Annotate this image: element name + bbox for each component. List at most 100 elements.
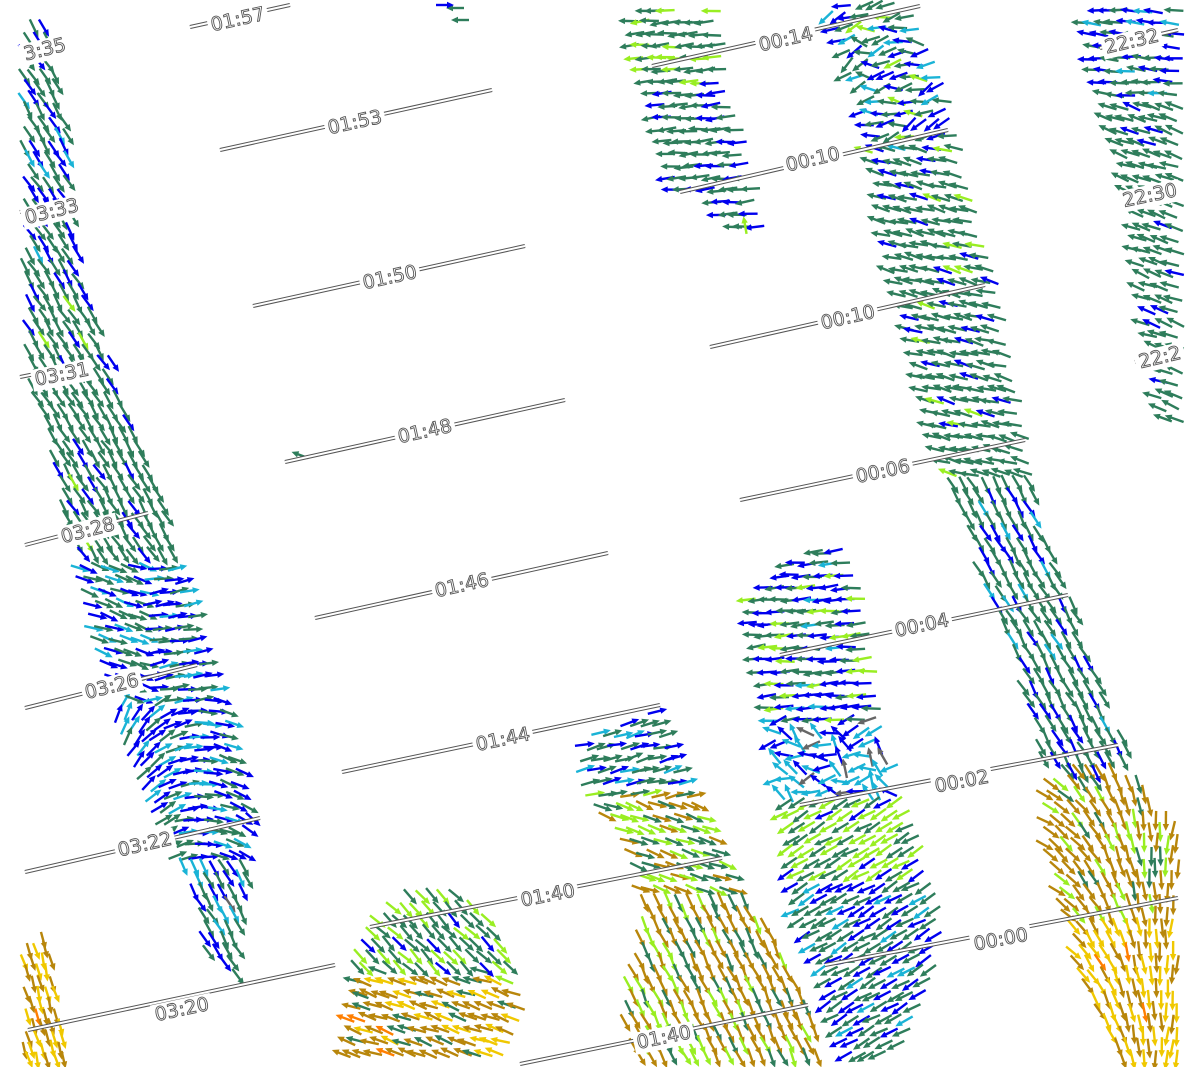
arrow-head	[235, 744, 244, 751]
wind-vector-arrow	[968, 252, 989, 260]
arrow-shaft	[652, 917, 661, 933]
arrow-head	[698, 80, 706, 87]
arrow-shaft	[43, 102, 55, 116]
arrow-head	[905, 372, 913, 379]
arrow-shaft	[800, 1024, 811, 1040]
arrow-shaft	[198, 759, 214, 763]
arrow-shaft	[136, 768, 150, 781]
wind-vector-arrow	[739, 892, 749, 912]
arrow-shaft	[727, 916, 737, 932]
wind-vector-arrow	[957, 230, 978, 238]
wind-vector-arrow	[431, 1049, 451, 1059]
arrow-head	[430, 1000, 439, 1007]
arrow-shaft	[705, 101, 721, 108]
wind-vector-arrow	[598, 811, 617, 822]
arrow-shaft	[996, 350, 1012, 359]
arrow-head	[729, 863, 738, 870]
arrow-shaft	[706, 33, 722, 37]
arrow-head	[915, 395, 923, 402]
arrow-head	[34, 1062, 41, 1067]
wind-vector-arrow	[104, 597, 124, 608]
arrow-head	[969, 468, 978, 475]
arrow-shaft	[76, 451, 87, 467]
arrow-shaft	[739, 198, 755, 205]
arrow-head	[243, 793, 252, 800]
arrow-shaft	[752, 915, 761, 931]
arrow-shaft	[726, 153, 742, 157]
arrow-shaft	[402, 888, 415, 902]
arrow-shaft	[119, 720, 129, 735]
arrow-head	[701, 31, 709, 39]
arrow-shaft	[82, 601, 99, 608]
arrow-head	[240, 917, 247, 926]
arrow-shaft	[89, 450, 99, 465]
arrow-head	[749, 1059, 756, 1067]
arrow-head	[161, 557, 168, 566]
arrow-head	[629, 41, 637, 48]
wind-vector-arrow	[495, 1026, 514, 1036]
wind-vector-arrow	[1011, 474, 1023, 493]
arrow-head	[914, 324, 922, 331]
arrow-head	[931, 287, 940, 294]
arrow-shaft	[92, 319, 104, 334]
arrow-head	[790, 1060, 797, 1067]
arrow-shaft	[363, 1039, 380, 1046]
arrow-shaft	[913, 48, 929, 57]
arrow-shaft	[1006, 397, 1023, 403]
arrow-head	[700, 150, 709, 157]
arrow-shaft	[668, 927, 676, 943]
arrow-head	[637, 829, 645, 836]
wind-vector-arrow	[17, 68, 31, 86]
arrow-head	[902, 326, 911, 333]
arrow-shaft	[757, 1047, 765, 1063]
wind-vector-arrow	[852, 58, 869, 72]
arrow-shaft	[113, 708, 122, 724]
wind-vector-arrow	[789, 976, 802, 995]
arrow-shaft	[350, 959, 363, 973]
arrow-shaft	[645, 928, 654, 944]
arrow-shaft	[613, 732, 629, 739]
arrow-shaft	[58, 114, 70, 129]
arrow-head	[920, 360, 928, 367]
arrow-shaft	[682, 989, 693, 1004]
arrow-shaft	[835, 48, 851, 58]
arrow-shaft	[619, 1013, 629, 1029]
arrow-head	[690, 777, 699, 784]
arrow-head	[815, 1059, 822, 1067]
arrow-head	[660, 114, 668, 121]
wind-vector-arrow	[1002, 420, 1022, 428]
arrow-shaft	[133, 439, 144, 454]
arrow-head	[706, 66, 714, 73]
wind-vector-arrow	[986, 361, 1007, 368]
arrow-shaft	[652, 1012, 661, 1027]
arrow-shaft	[784, 1035, 794, 1050]
arrow-shaft	[680, 952, 689, 967]
wind-vector-arrow	[698, 80, 719, 87]
arrow-shaft	[694, 174, 710, 179]
wind-vector-field	[17, 0, 1185, 1067]
arrow-head	[435, 988, 444, 995]
arrow-head	[860, 131, 868, 139]
arrow-head	[246, 771, 254, 778]
arrow-shaft	[141, 778, 154, 791]
arrow-shaft	[640, 1013, 651, 1027]
arrow-head	[671, 186, 679, 193]
wind-vector-arrow	[168, 851, 188, 860]
wind-vector-arrow	[693, 19, 714, 26]
arrow-shaft	[738, 987, 748, 1003]
arrow-head	[726, 211, 734, 218]
arrow-shaft	[935, 411, 951, 418]
wind-vector-arrow	[700, 7, 721, 15]
arrow-shaft	[622, 975, 633, 991]
arrow-shaft	[658, 1049, 667, 1064]
arrow-shaft	[207, 806, 224, 811]
arrow-head	[709, 816, 717, 823]
arrow-shaft	[990, 340, 1006, 346]
arrow-shaft	[447, 888, 462, 901]
arrow-head	[640, 90, 648, 97]
arrow-shaft	[936, 99, 952, 104]
arrow-head	[882, 278, 891, 285]
wind-vector-arrow	[740, 185, 761, 193]
arrow-head	[903, 60, 911, 68]
wind-vector-arrow	[943, 143, 964, 152]
